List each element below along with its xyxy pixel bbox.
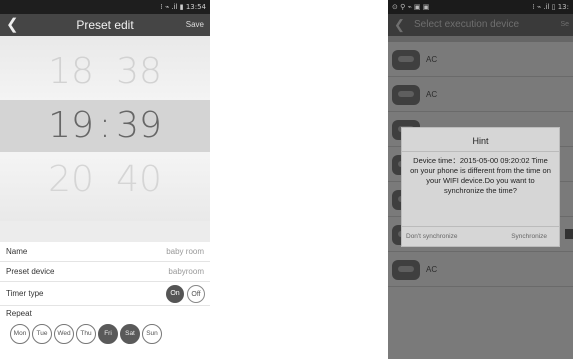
name-value[interactable]: baby room (166, 242, 204, 262)
device-name: AC (426, 55, 438, 64)
back-arrow-icon[interactable]: ❮ (394, 14, 405, 36)
name-field[interactable]: Name baby room (0, 242, 210, 262)
page-title: Preset edit (76, 18, 134, 32)
device-row[interactable]: AC (388, 252, 573, 287)
status-bar: ⊙ ⚲ ⌁ ▣ ▣ ⁞ ⌁ .il ▯ 13: (388, 0, 573, 14)
time-picker[interactable]: 18 38 19:39 20 40 (0, 36, 210, 221)
ac-device-icon (392, 50, 420, 70)
hint-dialog: Hint Device time：2015-05-00 09:20:02 Tim… (401, 127, 560, 247)
page-title: Select execution device (414, 19, 520, 30)
device-row[interactable]: AC (388, 42, 573, 77)
timer-type-label: Timer type (6, 289, 44, 298)
timer-on-button[interactable]: On (166, 285, 184, 303)
timer-off-button[interactable]: Off (187, 285, 205, 303)
dont-synchronize-button[interactable]: Don't synchronize (406, 227, 457, 247)
title-bar: ❮ Select execution device Se (388, 14, 573, 36)
picker-row-next[interactable]: 20 40 (0, 154, 210, 206)
status-icons-left: ⊙ ⚲ ⌁ ▣ ▣ (392, 3, 430, 11)
minute-next[interactable]: 40 (113, 154, 165, 206)
timer-type-field: Timer type On Off (0, 282, 210, 306)
repeat-days: Mon Tue Wed Thu Fri Sat Sun (10, 322, 164, 344)
select-device-screen: ⊙ ⚲ ⌁ ▣ ▣ ⁞ ⌁ .il ▯ 13: ❮ Select executi… (388, 0, 573, 359)
ac-device-icon (392, 85, 420, 105)
title-more[interactable]: Se (560, 14, 569, 36)
device-name: AC (426, 265, 438, 274)
day-sun-button[interactable]: Sun (142, 324, 162, 344)
hour-previous[interactable]: 18 (45, 46, 97, 98)
dialog-buttons: Don't synchronize Synchronize (402, 226, 559, 246)
day-sat-button[interactable]: Sat (120, 324, 140, 344)
status-icons-right: ⁞ ⌁ .il ▯ 13: (532, 3, 569, 11)
selected-checkbox[interactable] (565, 229, 573, 239)
minute-selected[interactable]: 39 (113, 100, 165, 152)
preset-device-label: Preset device (6, 267, 55, 276)
synchronize-button[interactable]: Synchronize (511, 227, 547, 247)
day-thu-button[interactable]: Thu (76, 324, 96, 344)
device-name: AC (426, 90, 438, 99)
section-divider (0, 221, 210, 242)
save-button[interactable]: Save (186, 14, 204, 36)
preset-device-value[interactable]: babyroom (168, 262, 204, 282)
hour-selected[interactable]: 19 (45, 100, 97, 152)
dialog-message: Device time：2015-05-00 09:20:02 Time on … (410, 156, 551, 195)
picker-row-selected[interactable]: 19:39 (0, 100, 210, 152)
ac-device-icon (392, 260, 420, 280)
repeat-label: Repeat (6, 309, 32, 318)
time-separator: : (98, 105, 112, 146)
repeat-section: Repeat Mon Tue Wed Thu Fri Sat Sun (0, 306, 210, 359)
status-bar: ⁞ ⌁ .il ▮ 13:54 (0, 0, 210, 14)
preset-device-field[interactable]: Preset device babyroom (0, 262, 210, 282)
minute-previous[interactable]: 38 (113, 46, 165, 98)
day-fri-button[interactable]: Fri (98, 324, 118, 344)
preset-edit-screen: ⁞ ⌁ .il ▮ 13:54 ❮ Preset edit Save 18 38 … (0, 0, 210, 359)
picker-row-previous[interactable]: 18 38 (0, 46, 210, 98)
title-bar: ❮ Preset edit Save (0, 14, 210, 36)
name-label: Name (6, 247, 28, 256)
day-wed-button[interactable]: Wed (54, 324, 74, 344)
day-tue-button[interactable]: Tue (32, 324, 52, 344)
dialog-title: Hint (402, 128, 559, 152)
hour-next[interactable]: 20 (45, 154, 97, 206)
device-row[interactable]: AC (388, 77, 573, 112)
day-mon-button[interactable]: Mon (10, 324, 30, 344)
